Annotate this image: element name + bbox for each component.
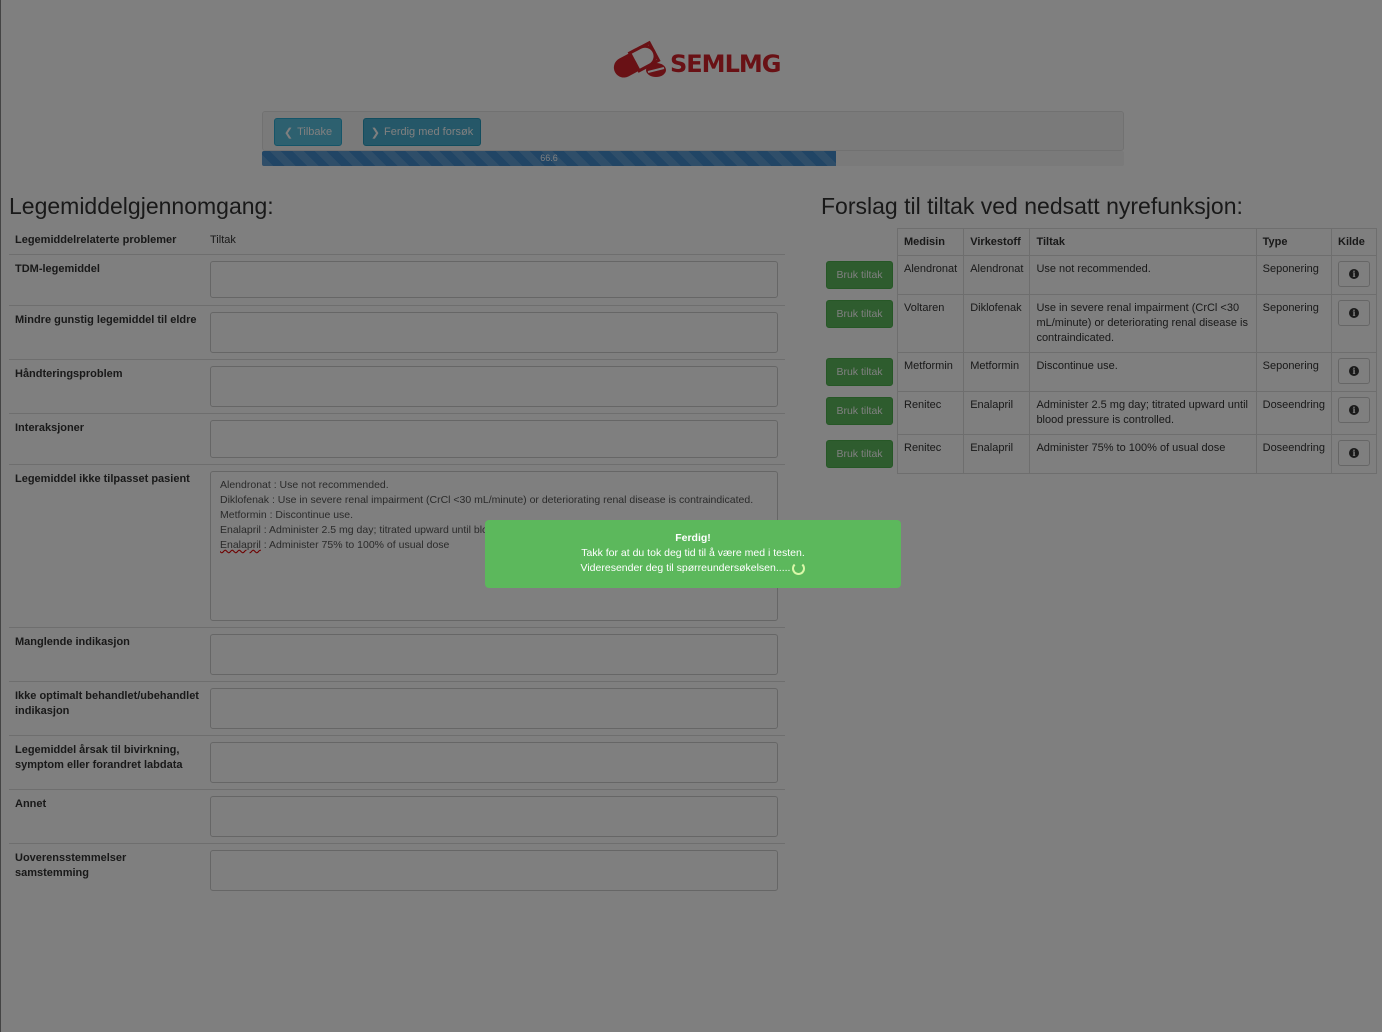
modal-backdrop [0,0,1382,1032]
notification-line2: Videresender deg til spørreundersøkelsen… [580,562,791,574]
notification-title: Ferdig! [675,532,711,544]
finished-notification: Ferdig! Takk for at du tok deg tid til å… [485,520,901,588]
left-edge-divider [0,0,1,1032]
page: SEMLMG ❮ Tilbake ❯ Ferdig med forsøk 66.… [0,0,1382,1032]
spinner-icon [792,561,806,575]
notification-line1: Takk for at du tok deg tid til å være me… [581,547,805,559]
